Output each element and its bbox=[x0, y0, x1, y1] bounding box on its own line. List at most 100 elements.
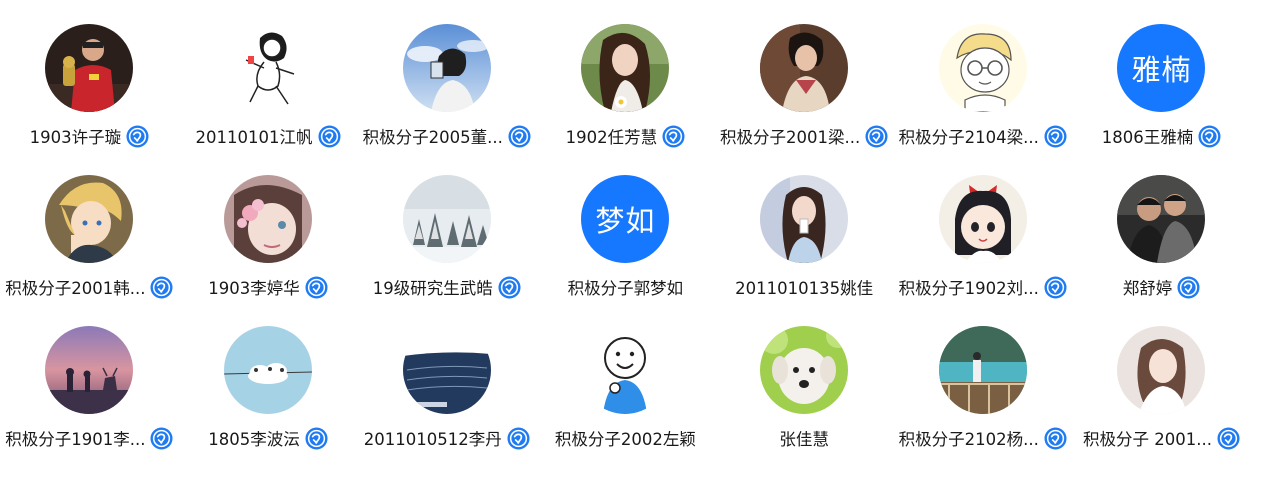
member-name-row: 积极分子2104梁... bbox=[899, 124, 1067, 148]
avatar-sunset-deer[interactable] bbox=[45, 326, 134, 414]
member-name-row: 积极分子 2001... bbox=[1083, 426, 1240, 450]
member-card[interactable]: 张佳慧 bbox=[715, 326, 894, 477]
member-card[interactable]: 2011010135姚佳 bbox=[715, 175, 894, 326]
member-name: 2011010135姚佳 bbox=[735, 279, 874, 298]
verified-badge-icon bbox=[1044, 124, 1067, 148]
member-card[interactable]: 积极分子2104梁... bbox=[893, 24, 1072, 175]
avatar-girl-blue-sky[interactable] bbox=[402, 24, 491, 112]
member-name: 郑舒婷 bbox=[1122, 279, 1173, 298]
member-name: 积极分子2001梁... bbox=[719, 128, 861, 147]
member-card[interactable]: 积极分子2002左颖 bbox=[536, 326, 715, 477]
avatar-illustrated-girl-flowers[interactable] bbox=[224, 175, 313, 263]
member-name: 积极分子2005董... bbox=[362, 128, 503, 147]
member-name-row: 郑舒婷 bbox=[1123, 275, 1201, 299]
verified-badge-icon bbox=[150, 275, 173, 299]
member-card[interactable]: 1805李波沄 bbox=[179, 326, 358, 477]
member-name-row: 积极分子郭梦如 bbox=[568, 275, 684, 299]
member-card[interactable]: 积极分子2001梁... bbox=[715, 24, 894, 175]
member-card[interactable]: 19级研究生武皓 bbox=[357, 175, 536, 326]
member-grid: 1903许子璇 20110101江帆 积极分子2005董... 1902任芳慧 … bbox=[0, 24, 1267, 477]
member-card[interactable]: 1903许子璇 bbox=[0, 24, 179, 175]
member-card[interactable]: 20110101江帆 bbox=[179, 24, 358, 175]
member-name-row: 积极分子2102杨... bbox=[899, 426, 1067, 450]
avatar-girl-hanfu[interactable] bbox=[760, 24, 849, 112]
member-name-row: 积极分子1901李... bbox=[5, 426, 173, 450]
member-name: 积极分子1902刘... bbox=[898, 279, 1039, 298]
verified-badge-icon bbox=[305, 275, 328, 299]
verified-badge-icon bbox=[126, 124, 149, 148]
member-name-row: 张佳慧 bbox=[779, 426, 829, 450]
member-name: 20110101江帆 bbox=[195, 128, 313, 147]
member-card[interactable]: 梦如 积极分子郭梦如 bbox=[536, 175, 715, 326]
member-name: 19级研究生武皓 bbox=[372, 279, 493, 298]
member-card[interactable]: 积极分子2102杨... bbox=[893, 326, 1072, 477]
member-name-row: 2011010135姚佳 bbox=[735, 275, 873, 299]
verified-badge-icon bbox=[1217, 426, 1240, 450]
member-name-row: 积极分子2001梁... bbox=[720, 124, 888, 148]
member-card[interactable]: 1903李婷华 bbox=[179, 175, 358, 326]
member-name-row: 1903许子璇 bbox=[30, 124, 150, 148]
member-name: 1805李波沄 bbox=[208, 430, 300, 449]
member-name-row: 19级研究生武皓 bbox=[373, 275, 521, 299]
member-name: 1806王雅楠 bbox=[1101, 128, 1194, 147]
verified-badge-icon bbox=[507, 426, 530, 450]
avatar-cartoon-smiley-person[interactable] bbox=[581, 326, 670, 414]
avatar-girl-drinking[interactable] bbox=[760, 175, 849, 263]
avatar-snowy-forest[interactable] bbox=[402, 175, 491, 263]
member-card[interactable]: 2011010512李丹 bbox=[357, 326, 536, 477]
verified-badge-icon bbox=[662, 124, 685, 148]
avatar-initials: 梦如 bbox=[595, 204, 656, 238]
member-name: 积极分子2002左颖 bbox=[554, 430, 696, 449]
member-card[interactable]: 积极分子2001韩... bbox=[0, 175, 179, 326]
member-name-row: 2011010512李丹 bbox=[364, 426, 530, 450]
member-name-row: 积极分子2002左颖 bbox=[555, 426, 696, 450]
member-name-row: 积极分子2001韩... bbox=[5, 275, 173, 299]
avatar-lake-balcony[interactable] bbox=[938, 326, 1027, 414]
member-name: 积极分子2001韩... bbox=[5, 279, 146, 298]
member-name: 2011010512李丹 bbox=[363, 430, 502, 449]
avatar[interactable]: 雅楠 bbox=[1117, 24, 1206, 112]
verified-badge-icon bbox=[865, 124, 888, 148]
avatar-person-red-shirt-trophy[interactable] bbox=[45, 24, 134, 112]
member-name: 积极分子 2001... bbox=[1082, 430, 1212, 449]
member-card[interactable]: 1902任芳慧 bbox=[536, 24, 715, 175]
member-name: 积极分子2102杨... bbox=[898, 430, 1039, 449]
member-name: 积极分子1901李... bbox=[5, 430, 146, 449]
member-card[interactable]: 积极分子1902刘... bbox=[893, 175, 1072, 326]
member-card[interactable]: 雅楠 1806王雅楠 bbox=[1072, 24, 1251, 175]
verified-badge-icon bbox=[1044, 275, 1067, 299]
verified-badge-icon bbox=[1177, 275, 1200, 299]
avatar-girl-with-flower[interactable] bbox=[581, 24, 670, 112]
avatar-anime-blond-boy[interactable] bbox=[45, 175, 134, 263]
verified-badge-icon bbox=[150, 426, 173, 450]
verified-badge-icon bbox=[1044, 426, 1067, 450]
member-card[interactable]: 积极分子2005董... bbox=[357, 24, 536, 175]
member-name: 积极分子郭梦如 bbox=[567, 279, 684, 298]
verified-badge-icon bbox=[1198, 124, 1221, 148]
member-name-row: 积极分子1902刘... bbox=[899, 275, 1067, 299]
member-name: 1902任芳慧 bbox=[565, 128, 658, 147]
member-card[interactable]: 积极分子 2001... bbox=[1072, 326, 1251, 477]
avatar-cartoon-boy-glasses[interactable] bbox=[938, 24, 1027, 112]
member-card[interactable]: 郑舒婷 bbox=[1072, 175, 1251, 326]
member-name: 张佳慧 bbox=[779, 430, 829, 449]
member-name: 1903许子璇 bbox=[29, 128, 122, 147]
avatar-white-puppy[interactable] bbox=[760, 326, 849, 414]
avatar-cloud-birds-wire[interactable] bbox=[224, 326, 313, 414]
avatar-initials: 雅楠 bbox=[1131, 53, 1192, 87]
member-card[interactable]: 积极分子1901李... bbox=[0, 326, 179, 477]
member-name-row: 1805李波沄 bbox=[208, 426, 328, 450]
verified-badge-icon bbox=[305, 426, 328, 450]
avatar[interactable]: 梦如 bbox=[581, 175, 670, 263]
avatar-cartoon-girl-sketch[interactable] bbox=[224, 24, 313, 112]
member-name-row: 1903李婷华 bbox=[208, 275, 328, 299]
member-name-row: 20110101江帆 bbox=[196, 124, 341, 148]
member-name-row: 1806王雅楠 bbox=[1102, 124, 1222, 148]
avatar-ocean-text[interactable] bbox=[402, 326, 491, 414]
avatar-anime-girl-red-bow[interactable] bbox=[938, 175, 1027, 263]
member-name: 1903李婷华 bbox=[208, 279, 300, 298]
avatar-girl-portrait-soft[interactable] bbox=[1117, 326, 1206, 414]
member-name: 积极分子2104梁... bbox=[898, 128, 1039, 147]
verified-badge-icon bbox=[508, 124, 531, 148]
avatar-two-boys[interactable] bbox=[1117, 175, 1206, 263]
